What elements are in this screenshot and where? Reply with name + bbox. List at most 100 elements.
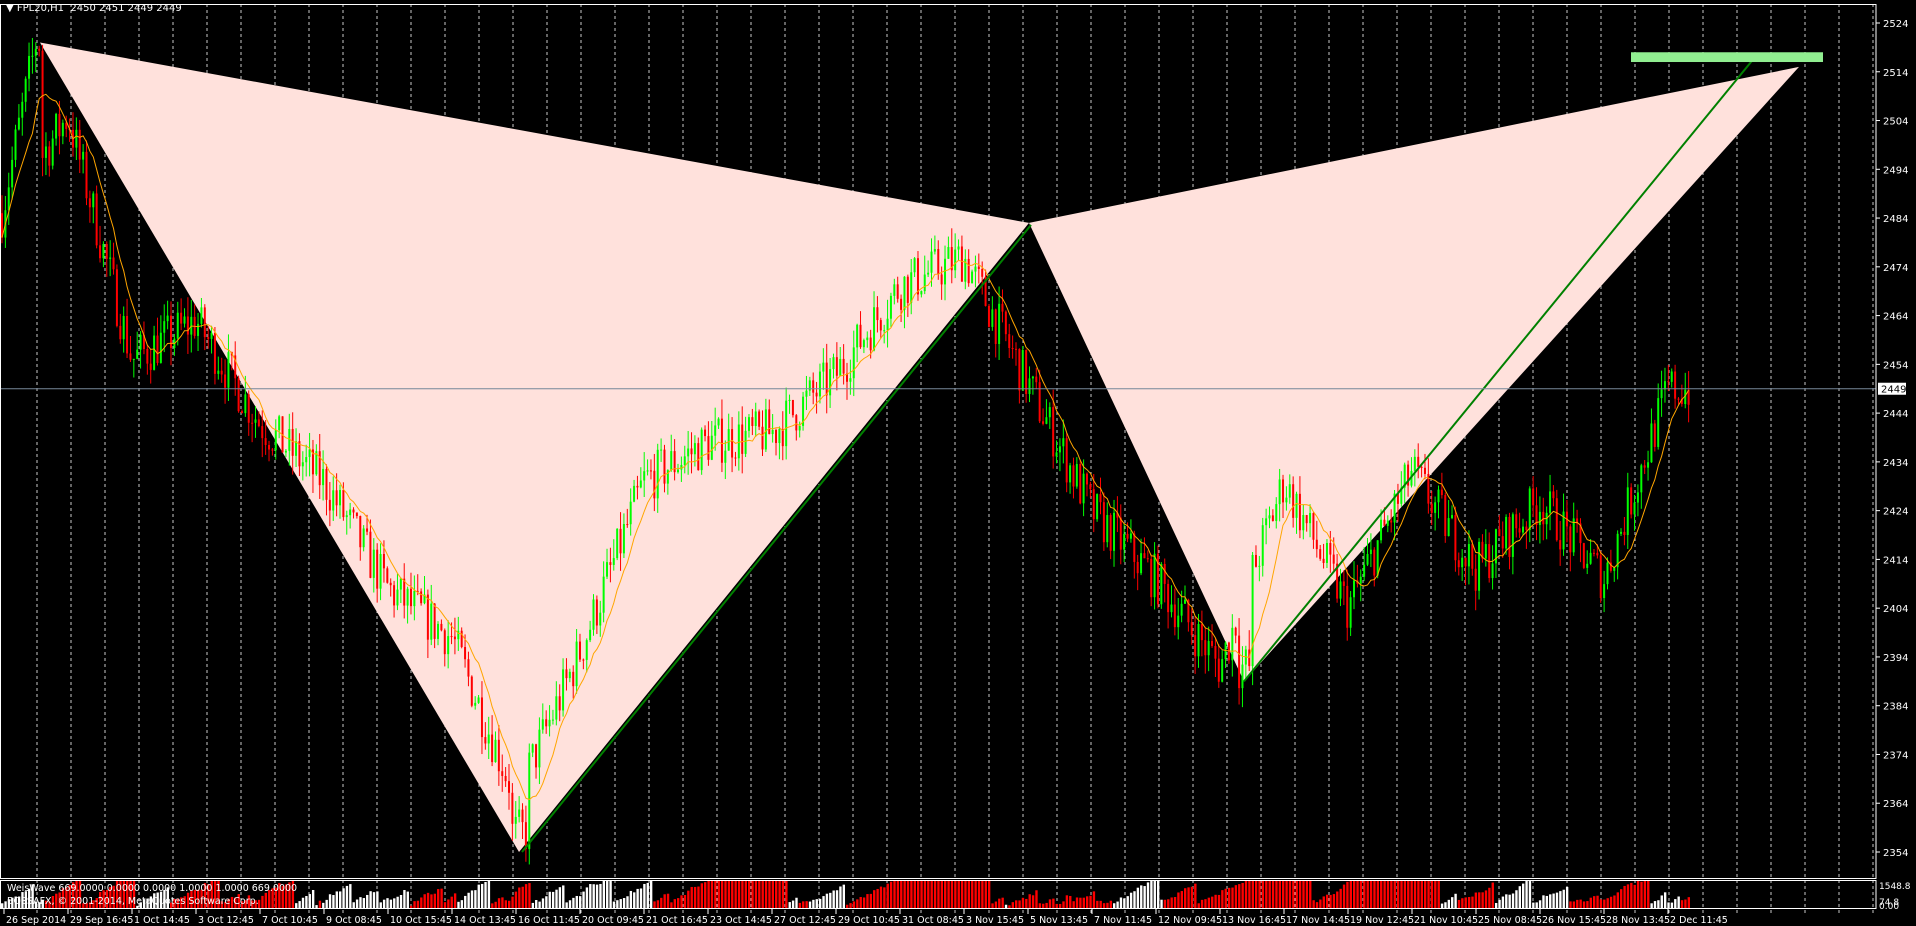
candle-body xyxy=(470,676,473,706)
x-tick-label: 10 Oct 15:45 xyxy=(390,915,452,926)
candle-body xyxy=(440,623,443,631)
x-tick-label: 5 Nov 13:45 xyxy=(1030,915,1088,926)
candle-body xyxy=(565,669,568,679)
triangle-down-icon[interactable]: ▼ xyxy=(6,3,17,14)
candle-body xyxy=(1606,562,1609,585)
volume-bar xyxy=(355,899,359,908)
volume-bar xyxy=(399,894,403,908)
price-chart[interactable]: 2524 2514 2504 2494 2484 2474 2464 2454 2444 2434… xyxy=(0,0,1916,926)
y-tick-label: 2454 xyxy=(1883,360,1908,371)
volume-bar xyxy=(1319,899,1322,908)
candle-body xyxy=(1150,558,1153,598)
candle-body xyxy=(528,752,531,849)
candle-body xyxy=(562,669,565,711)
candle-body xyxy=(92,193,95,208)
candle-body xyxy=(1184,599,1186,604)
candle-body xyxy=(1075,464,1078,487)
candle-body xyxy=(1265,518,1268,526)
volume-bar xyxy=(1153,881,1156,908)
volume-bar xyxy=(1562,889,1565,908)
volume-bar xyxy=(1329,894,1332,908)
volume-bar xyxy=(893,881,896,908)
candle-body xyxy=(1282,479,1285,503)
candle-body xyxy=(393,585,396,606)
volume-bar xyxy=(1339,888,1342,908)
volume-bar xyxy=(788,902,791,908)
candle-body xyxy=(240,411,243,414)
candle-body xyxy=(714,425,717,436)
candle-body xyxy=(268,444,271,450)
price-axis[interactable]: 2524 2514 2504 2494 2484 2474 2464 2454 2444 2434… xyxy=(1876,19,1911,912)
candle-body xyxy=(856,324,859,348)
volume-bar xyxy=(622,898,626,908)
candle-body xyxy=(176,312,179,339)
time-axis[interactable]: 26 Sep 2014 29 Sep 16:45 1 Oct 14:45 3 Oct … xyxy=(3,909,1728,926)
candle-body xyxy=(1498,529,1501,537)
volume-bar xyxy=(818,898,822,908)
volume-bar xyxy=(957,881,960,908)
candle-body xyxy=(389,582,392,586)
volume-bar xyxy=(1613,895,1616,908)
volume-bar xyxy=(1200,899,1204,908)
harmonic-pattern[interactable] xyxy=(40,42,1799,853)
candle-body xyxy=(1011,347,1014,349)
candle-body xyxy=(1636,492,1639,503)
candle-body xyxy=(227,352,230,388)
volume-bar xyxy=(849,903,852,908)
candle-body xyxy=(1667,381,1670,383)
volume-bar xyxy=(551,891,555,908)
volume-bar xyxy=(1630,882,1633,908)
volume-bar xyxy=(420,897,423,908)
candle-body xyxy=(362,528,365,548)
volume-bar xyxy=(349,884,352,908)
volume-bar xyxy=(501,897,504,908)
candle-body xyxy=(737,424,740,459)
candle-body xyxy=(31,55,34,57)
x-tick-label: 31 Oct 08:45 xyxy=(902,915,964,926)
candle-body xyxy=(426,594,429,640)
volume-bar xyxy=(1376,881,1380,908)
volume-bar xyxy=(372,892,376,908)
candle-body xyxy=(1640,465,1643,493)
candle-body xyxy=(1214,645,1217,659)
volume-bar xyxy=(1501,896,1505,908)
candle-body xyxy=(785,400,788,447)
candle-body xyxy=(1170,604,1173,613)
candle-body xyxy=(1505,516,1508,549)
volume-bar xyxy=(1184,888,1187,908)
candle-body xyxy=(1369,549,1372,555)
candle-body xyxy=(396,589,399,606)
candle-body xyxy=(1538,511,1541,525)
volume-bar xyxy=(916,881,920,908)
target-zone xyxy=(1631,52,1823,63)
candle-body xyxy=(636,485,639,488)
candle-body xyxy=(910,272,913,303)
volume-bar xyxy=(1538,900,1542,908)
candle-body xyxy=(1674,371,1677,399)
volume-bar xyxy=(460,900,464,908)
candle-body xyxy=(413,590,416,607)
y-tick-label: 2504 xyxy=(1883,117,1908,128)
volume-bar xyxy=(1163,899,1167,908)
candle-body xyxy=(1018,349,1021,391)
candle-body xyxy=(1062,438,1065,447)
y-tick-label: 2494 xyxy=(1883,165,1908,176)
y-tick-label: 2374 xyxy=(1883,750,1908,761)
volume-bar xyxy=(511,896,514,908)
candle-body xyxy=(1177,615,1180,628)
volume-bar xyxy=(666,893,670,908)
volume-bar xyxy=(413,901,416,908)
volume-bar xyxy=(325,899,328,908)
candle-body xyxy=(1129,533,1132,539)
volume-bar xyxy=(775,881,778,908)
volume-bar xyxy=(1616,892,1620,908)
candle-body xyxy=(940,274,943,285)
volume-bar xyxy=(1268,881,1271,908)
candle-body xyxy=(920,291,923,295)
volume-bar xyxy=(815,899,818,908)
volume-bar xyxy=(264,892,268,908)
candle-body xyxy=(1204,640,1207,656)
candle-body xyxy=(775,430,778,444)
candle-body xyxy=(751,417,754,427)
candle-body xyxy=(480,697,483,738)
